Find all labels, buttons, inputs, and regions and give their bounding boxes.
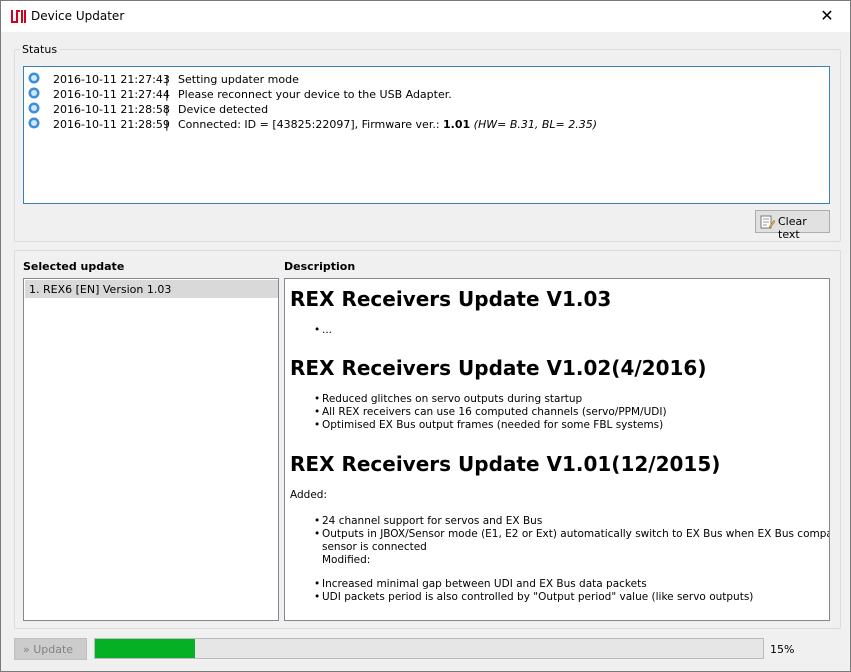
status-group-label: Status — [20, 43, 60, 56]
update-button-label[interactable]: » Update — [23, 643, 73, 656]
release-note-item: Modified: — [322, 554, 371, 566]
log-message: Device detected — [178, 103, 269, 116]
release-note-item: Outputs in JBOX/Sensor mode (E1, E2 or E… — [314, 528, 829, 540]
release-heading: REX Receivers Update V1.01(12/2015) — [290, 452, 721, 476]
list-item[interactable]: 1. REX6 [EN] Version 1.03 — [25, 280, 278, 298]
release-heading: REX Receivers Update V1.02(4/2016) — [290, 356, 707, 380]
log-message-text: Connected: ID = [43825:22097], Firmware … — [178, 118, 444, 131]
window-title: Device Updater — [31, 9, 125, 23]
release-note-item: Optimised EX Bus output frames (needed f… — [314, 419, 663, 431]
progress-fill — [95, 639, 196, 658]
log-entry: 2016-10-11 21:28:58 | Device detected — [24, 102, 829, 117]
log-entry: 2016-10-11 21:27:43 | Setting updater mo… — [24, 72, 829, 87]
log-entry: 2016-10-11 21:28:59 | Connected: ID = [4… — [24, 117, 829, 132]
firmware-version: 1.01 — [443, 118, 471, 131]
release-note-item: Reduced glitches on servo outputs during… — [314, 393, 582, 405]
update-button[interactable]: » Update — [14, 638, 87, 660]
update-list[interactable]: 1. REX6 [EN] Version 1.03 — [23, 278, 279, 621]
notepad-eraser-icon — [760, 215, 775, 229]
log-message: Connected: ID = [43825:22097], Firmware … — [178, 118, 597, 131]
device-updater-window: Device Updater ✕ Status 2016-10-11 21:27… — [0, 0, 851, 672]
log-time: 2016-10-11 21:28:59 — [53, 118, 170, 131]
release-note-item: UDI packets period is also controlled by… — [314, 591, 753, 603]
hardware-info: (HW= B.31, BL= 2.35) — [473, 118, 598, 131]
log-time: 2016-10-11 21:27:43 — [53, 73, 170, 86]
description-label: Description — [284, 260, 356, 273]
info-icon — [28, 72, 40, 84]
clear-text-button[interactable]: Clear text — [755, 210, 830, 241]
log-time: 2016-10-11 21:27:44 — [53, 88, 170, 101]
release-note-item: sensor is connected — [322, 541, 427, 553]
log-time: 2016-10-11 21:28:58 — [53, 103, 170, 116]
info-icon — [28, 102, 40, 114]
title-bar: Device Updater ✕ — [1, 1, 850, 32]
progress-bar — [94, 638, 764, 659]
description-panel[interactable]: REX Receivers Update V1.03 ... REX Recei… — [284, 278, 830, 621]
info-icon — [28, 117, 40, 129]
log-separator: | — [165, 88, 169, 101]
release-note-item: All REX receivers can use 16 computed ch… — [314, 406, 667, 418]
release-note-item: 24 channel support for servos and EX Bus — [314, 515, 542, 527]
log-message: Setting updater mode — [178, 73, 299, 86]
release-note-item: Increased minimal gap between UDI and EX… — [314, 578, 647, 590]
selected-update-label: Selected update — [23, 260, 125, 273]
status-log[interactable]: 2016-10-11 21:27:43 | Setting updater mo… — [23, 66, 830, 204]
log-message: Please reconnect your device to the USB … — [178, 88, 452, 101]
log-entry: 2016-10-11 21:27:44 | Please reconnect y… — [24, 87, 829, 102]
clear-text-label[interactable]: Clear text — [778, 215, 829, 241]
release-note-item: ... — [314, 324, 332, 336]
progress-percent: 15% — [770, 643, 795, 656]
info-icon — [28, 87, 40, 99]
close-icon[interactable]: ✕ — [820, 6, 833, 25]
close-button[interactable]: ✕ — [804, 1, 850, 32]
jeti-logo-icon — [11, 10, 26, 23]
log-separator: | — [165, 103, 169, 116]
release-note-intro: Added: — [290, 489, 327, 501]
log-separator: | — [165, 118, 169, 131]
log-separator: | — [165, 73, 169, 86]
release-heading: REX Receivers Update V1.03 — [290, 287, 612, 311]
